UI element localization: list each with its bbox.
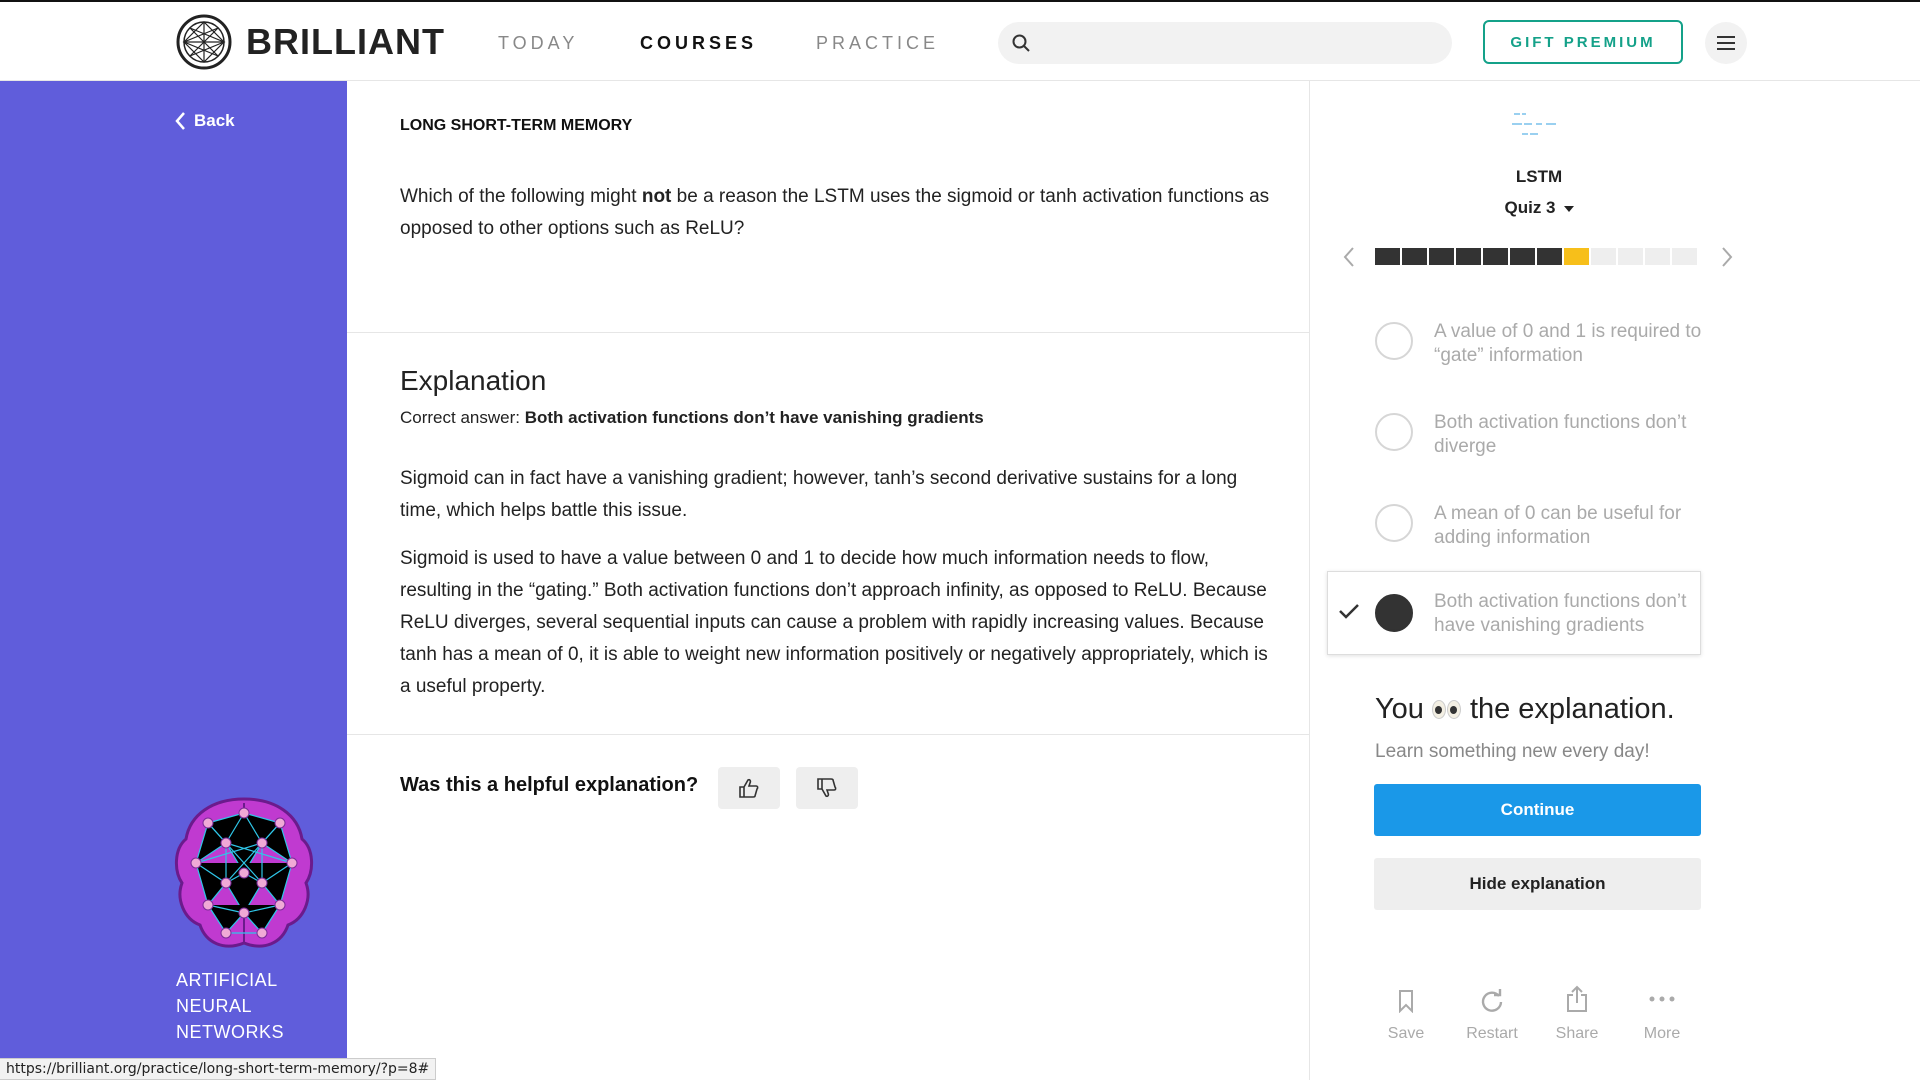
share-action[interactable]: Share [1537, 985, 1617, 1043]
progress-segment[interactable] [1483, 248, 1508, 265]
radio-button[interactable] [1375, 322, 1413, 360]
neural-network-brain-icon [175, 797, 313, 948]
divider [347, 332, 1309, 333]
eyes-emoji-icon [1431, 700, 1462, 719]
chevron-left-icon [175, 112, 185, 130]
quiz-progress-bar [1375, 248, 1697, 265]
radio-button-selected[interactable] [1375, 594, 1413, 632]
quiz-panel: LSTM Quiz 3 A value of 0 and 1 is requir… [1309, 81, 1920, 1080]
feedback-question: Was this a helpful explanation? [400, 774, 699, 796]
back-link[interactable]: Back [174, 111, 235, 131]
status-bar-url: https://brilliant.org/practice/long-shor… [0, 1058, 437, 1080]
save-label: Save [1387, 1025, 1425, 1042]
answer-option-3[interactable]: A mean of 0 can be useful for adding inf… [1310, 484, 1770, 564]
answer-option-1[interactable]: A value of 0 and 1 is required to “gate”… [1310, 302, 1770, 382]
progress-segment[interactable] [1456, 248, 1481, 265]
option-label: A mean of 0 can be useful for adding inf… [1434, 503, 1682, 548]
hide-explanation-button[interactable]: Hide explanation [1374, 858, 1701, 910]
brilliant-logo-icon [176, 14, 232, 70]
top-header: BRILLIANT TODAY COURSES PRACTICE GIFT PR… [0, 0, 1920, 81]
quiz-topic: LSTM [1515, 167, 1563, 186]
correct-prefix: Correct answer: [400, 408, 525, 427]
more-dots-icon [1649, 996, 1675, 1002]
brilliant-logo[interactable]: BRILLIANT [176, 14, 445, 70]
problem-content: LONG SHORT-TERM MEMORY Which of the foll… [347, 81, 1309, 1080]
nav-today[interactable]: TODAY [498, 33, 578, 54]
nav-practice[interactable]: PRACTICE [816, 33, 939, 54]
chevron-left-icon[interactable] [1342, 246, 1356, 268]
search-input[interactable] [998, 22, 1452, 64]
progress-segment[interactable] [1672, 248, 1697, 265]
progress-segment[interactable] [1375, 248, 1400, 265]
explanation-paragraph-2: Sigmoid is used to have a value between … [400, 548, 1268, 697]
thumbs-up-button[interactable] [718, 767, 780, 809]
question-text: Which of the following might not be a re… [400, 181, 1280, 245]
nav-courses[interactable]: COURSES [640, 33, 757, 54]
thumbs-down-icon [817, 778, 837, 798]
explanation-paragraph-1: Sigmoid can in fact have a vanishing gra… [400, 468, 1238, 521]
course-sidebar: Back ARTIFICIAL NEURAL NETWORKS [0, 81, 347, 1080]
correct-answer: Correct answer: Both activation function… [400, 408, 984, 428]
continue-button[interactable]: Continue [1374, 784, 1701, 836]
progress-segment[interactable] [1618, 248, 1643, 265]
menu-button[interactable] [1705, 22, 1747, 64]
result-subtitle: Learn something new every day! [1375, 741, 1650, 762]
result-before: You [1375, 693, 1424, 725]
quiz-selector[interactable]: Quiz 3 [1310, 198, 1768, 218]
progress-segment[interactable] [1591, 248, 1616, 265]
caret-down-icon [1563, 205, 1574, 212]
progress-segment[interactable] [1537, 248, 1562, 265]
progress-segment[interactable] [1402, 248, 1427, 265]
correct-answer-text: Both activation functions don’t have van… [524, 408, 984, 427]
option-label: Both activation functions don’t have van… [1434, 591, 1687, 636]
radio-button[interactable] [1375, 413, 1413, 451]
answer-option-4[interactable]: Both activation functions don’t have van… [1327, 571, 1701, 655]
brand-name: BRILLIANT [246, 21, 445, 62]
progress-segment[interactable] [1645, 248, 1670, 265]
quiz-number: Quiz 3 [1504, 198, 1556, 217]
restart-action[interactable]: Restart [1452, 985, 1532, 1043]
breadcrumb[interactable]: LONG SHORT-TERM MEMORY [400, 117, 632, 135]
option-label: Both activation functions don’t diverge [1434, 412, 1687, 457]
progress-segment[interactable] [1429, 248, 1454, 265]
back-label: Back [194, 111, 235, 130]
answer-option-2[interactable]: Both activation functions don’t diverge [1310, 393, 1770, 473]
radio-button[interactable] [1375, 504, 1413, 542]
course-title[interactable]: ARTIFICIAL NEURAL NETWORKS [176, 967, 336, 1045]
save-action[interactable]: Save [1366, 985, 1446, 1043]
restart-icon [1481, 989, 1503, 1012]
explanation-title: Explanation [400, 365, 547, 396]
progress-segment[interactable] [1564, 248, 1589, 265]
share-icon [1567, 985, 1587, 1012]
gift-premium-button[interactable]: GIFT PREMIUM [1483, 20, 1683, 64]
checkmark-icon [1339, 604, 1359, 619]
quiz-thumbnail-icon [1512, 113, 1556, 135]
restart-label: Restart [1466, 1025, 1518, 1042]
result-after: the explanation. [1469, 693, 1675, 725]
more-label: More [1643, 1025, 1681, 1042]
question-before: Which of the following might [400, 186, 642, 207]
bookmark-icon [1399, 990, 1413, 1013]
share-label: Share [1555, 1025, 1599, 1042]
hamburger-icon [1717, 36, 1735, 50]
progress-segment[interactable] [1510, 248, 1535, 265]
more-action[interactable]: More [1622, 985, 1702, 1043]
search-icon [1012, 34, 1030, 52]
option-label: A value of 0 and 1 is required to “gate”… [1434, 321, 1702, 366]
result-heading: You the explanation. [1375, 693, 1675, 726]
question-emphasis: not [641, 186, 672, 207]
thumbs-down-button[interactable] [796, 767, 858, 809]
divider [347, 734, 1309, 735]
chevron-right-icon[interactable] [1720, 246, 1734, 268]
thumbs-up-icon [739, 778, 759, 798]
